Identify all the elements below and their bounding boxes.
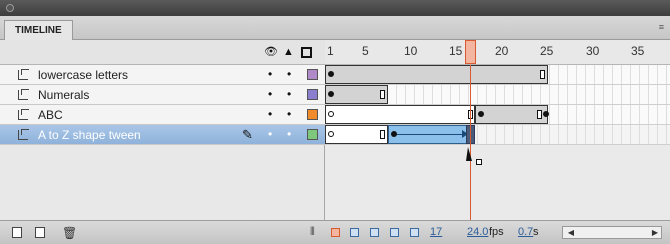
layer-icon: [17, 129, 30, 140]
frame-rate-unit: fps: [489, 226, 504, 238]
outline-color-swatch[interactable]: [307, 89, 318, 100]
playhead-handle[interactable]: [465, 40, 476, 64]
visibility-toggle[interactable]: •: [268, 128, 272, 140]
layer-header: 👁 ▲: [0, 40, 325, 65]
frame-grid[interactable]: [325, 65, 670, 220]
ruler-label: 20: [495, 44, 509, 58]
new-folder-icon[interactable]: [35, 227, 45, 238]
lock-toggle[interactable]: •: [287, 128, 291, 140]
end-frame[interactable]: [540, 70, 545, 79]
keyframe[interactable]: [328, 111, 334, 117]
ruler-label: 30: [586, 44, 600, 58]
layer-row-abc[interactable]: ABC • •: [0, 105, 325, 125]
frame-row[interactable]: [325, 105, 670, 125]
center-frame-icon[interactable]: [331, 228, 340, 237]
keyframe[interactable]: [543, 111, 549, 117]
frame-row[interactable]: [325, 85, 670, 105]
ruler-label: 10: [404, 44, 418, 58]
layer-name: lowercase letters: [38, 68, 129, 82]
outline-color-swatch[interactable]: [307, 109, 318, 120]
layer-row-lowercase-letters[interactable]: lowercase letters • •: [0, 65, 325, 85]
keyframe[interactable]: [478, 111, 484, 117]
frame-span[interactable]: [325, 85, 388, 104]
outline-icon[interactable]: [301, 47, 312, 58]
panel-title-bar: [0, 0, 670, 16]
visibility-toggle[interactable]: •: [268, 68, 272, 80]
frame-span[interactable]: [325, 65, 548, 84]
panel-menu-icon[interactable]: ≡: [659, 22, 664, 32]
keyframe[interactable]: [328, 131, 334, 137]
keyframe[interactable]: [328, 71, 334, 77]
outline-color-swatch[interactable]: [307, 129, 318, 140]
panel-close-icon[interactable]: [6, 4, 14, 12]
layer-row-numerals[interactable]: Numerals • •: [0, 85, 325, 105]
keyframe[interactable]: [328, 91, 334, 97]
timeline-content: 👁 ▲ 1 5 10 15 20 25 30 35 lowercase lett…: [0, 40, 670, 220]
ruler-label: 1: [327, 44, 334, 58]
tween-arrow: [397, 134, 463, 135]
resize-handle-icon: ⦀: [310, 226, 315, 238]
frame-span[interactable]: [325, 105, 475, 124]
frame-rate-value[interactable]: 24.0: [467, 226, 488, 238]
scroll-left-icon[interactable]: ◀: [565, 227, 577, 238]
modify-markers-icon[interactable]: [410, 228, 419, 237]
tab-timeline[interactable]: TIMELINE: [4, 20, 73, 40]
elapsed-time-unit: s: [533, 226, 539, 238]
layer-list: lowercase letters • • Numerals • • ABC •…: [0, 65, 325, 220]
playhead-line: [470, 65, 471, 220]
visibility-toggle[interactable]: •: [268, 108, 272, 120]
layer-icon: [17, 69, 30, 80]
end-frame[interactable]: [537, 110, 542, 119]
onion-skin-outlines-icon[interactable]: [370, 228, 379, 237]
frame-row[interactable]: [325, 125, 670, 145]
edit-multiple-frames-icon[interactable]: [390, 228, 399, 237]
layer-name: Numerals: [38, 88, 90, 102]
horizontal-scrollbar[interactable]: ◀ ▶: [562, 226, 662, 239]
end-frame[interactable]: [380, 130, 385, 139]
layer-icon: [17, 109, 30, 120]
elapsed-time-value[interactable]: 0.7: [518, 226, 533, 238]
timeline-footer: 🗑 ⦀ 17 24.0 fps 0.7 s ◀ ▶: [0, 220, 670, 244]
layer-row-a-to-z-shape-tween[interactable]: A to Z shape tween ✎ • •: [0, 125, 325, 145]
ruler-label: 25: [540, 44, 554, 58]
eye-icon[interactable]: 👁: [264, 46, 278, 58]
layer-name: A to Z shape tween: [38, 128, 141, 142]
delete-layer-icon[interactable]: 🗑: [62, 226, 77, 240]
frame-span[interactable]: [325, 125, 388, 144]
new-layer-icon[interactable]: [12, 227, 22, 238]
mouse-cursor-icon: [466, 147, 482, 167]
layer-icon: [17, 89, 30, 100]
frame-ruler[interactable]: 1 5 10 15 20 25 30 35: [325, 40, 670, 65]
ruler-label: 15: [449, 44, 463, 58]
frame-row[interactable]: [325, 65, 670, 85]
lock-toggle[interactable]: •: [287, 108, 291, 120]
lock-toggle[interactable]: •: [287, 88, 291, 100]
onion-skin-icon[interactable]: [350, 228, 359, 237]
tab-bar: TIMELINE ≡: [0, 16, 670, 40]
outline-color-swatch[interactable]: [307, 69, 318, 80]
lock-toggle[interactable]: •: [287, 68, 291, 80]
ruler-label: 35: [631, 44, 645, 58]
lock-icon[interactable]: ▲: [283, 46, 294, 58]
visibility-toggle[interactable]: •: [268, 88, 272, 100]
end-frame[interactable]: [380, 90, 385, 99]
pencil-icon: ✎: [242, 127, 253, 142]
current-frame-readout[interactable]: 17: [430, 226, 442, 238]
layer-name: ABC: [38, 108, 63, 122]
scroll-right-icon[interactable]: ▶: [649, 227, 661, 238]
ruler-label: 5: [362, 44, 369, 58]
